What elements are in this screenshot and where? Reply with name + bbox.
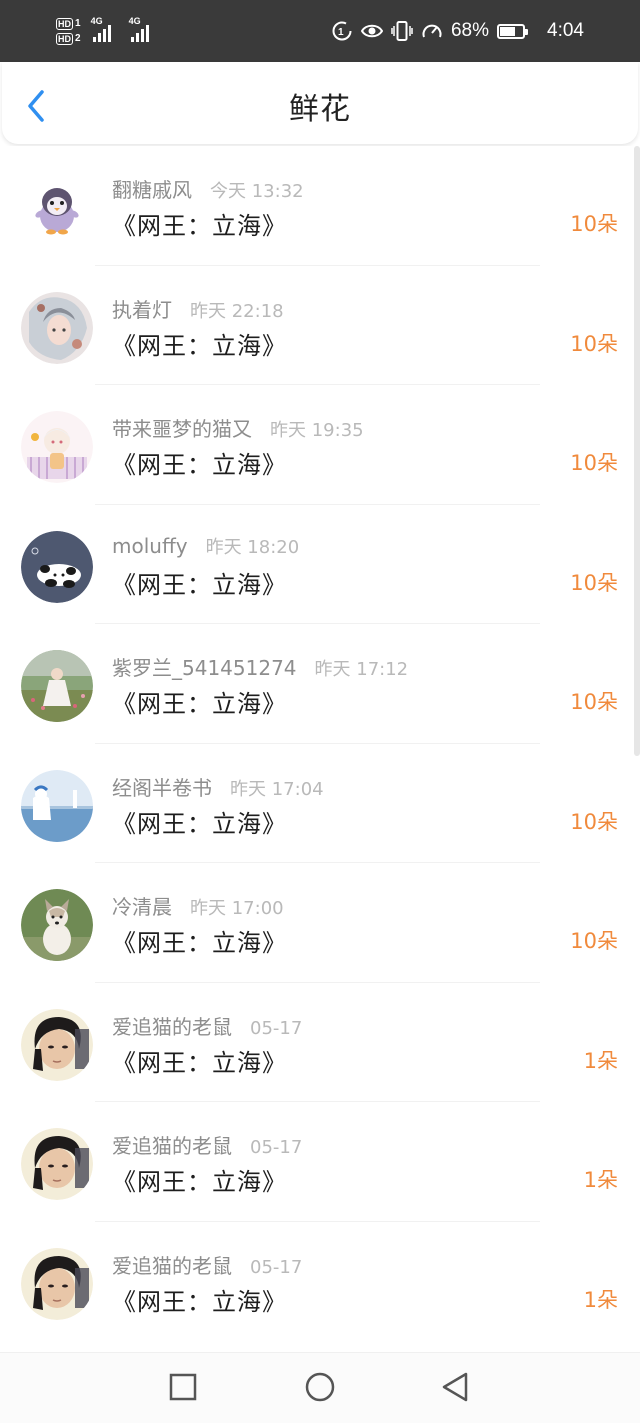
status-bar: HD 1 HD 2 4G 4G 1 68% 4:04 [0,0,640,62]
speed-icon [422,24,442,38]
system-nav-bar [0,1352,640,1423]
book-title[interactable]: 《网王：立海》 [112,565,287,600]
eye-comfort-icon [360,24,383,38]
page-title: 鲜花 [289,92,351,127]
timestamp: 05-17 [250,1017,303,1039]
avatar[interactable] [21,530,93,603]
user-name[interactable]: moluffy [112,534,188,558]
avatar[interactable] [21,769,93,842]
avatar[interactable] [21,1247,93,1320]
network-type-2: 4G [128,16,141,26]
book-title[interactable]: 《网王：立海》 [112,326,287,361]
user-name[interactable]: 带来噩梦的猫又 [112,413,252,442]
user-name[interactable]: 爱追猫的老鼠 [112,1130,232,1159]
home-icon[interactable] [302,1369,338,1405]
timestamp: 今天 13:32 [210,181,304,202]
battery-percent: 68% [450,20,490,41]
flower-count: 1朵 [583,1048,618,1073]
hd1-sub: 1 [75,17,81,29]
item-meta: 翻糖戚风 今天 13:32 [112,174,304,202]
list-item[interactable]: 爱追猫的老鼠 05-17 《网王：立海》 1朵 [0,1102,640,1222]
item-meta: 爱追猫的老鼠 05-17 [112,1250,302,1278]
status-left: HD 1 HD 2 4G 4G [56,12,149,50]
timestamp: 昨天 17:00 [190,898,284,919]
signal-icon: 4G [129,16,149,42]
avatar[interactable] [21,889,93,961]
book-title[interactable]: 《网王：立海》 [112,206,287,241]
item-meta: moluffy 昨天 18:20 [112,533,300,558]
user-name[interactable]: 爱追猫的老鼠 [112,1011,232,1040]
list-item[interactable]: 爱追猫的老鼠 05-17 《网王：立海》 1朵 [0,1222,640,1342]
flower-count: 10朵 [570,212,618,236]
status-right: 1 68% 4:04 [331,14,584,48]
avatar[interactable] [21,1128,93,1200]
list-item[interactable]: 紫罗兰_541451274 昨天 17:12 《网王：立海》 10朵 [0,624,640,744]
scrollbar[interactable] [634,146,640,756]
item-meta: 带来噩梦的猫又 昨天 19:35 [112,413,364,441]
timestamp: 05-17 [250,1256,303,1278]
flower-count: 10朵 [570,690,618,714]
book-title[interactable]: 《网王：立海》 [112,445,287,480]
user-name[interactable]: 爱追猫的老鼠 [112,1250,232,1279]
user-name[interactable]: 冷清晨 [112,891,172,920]
item-meta: 爱追猫的老鼠 05-17 [112,1130,302,1158]
data-saver-icon: 1 [332,21,352,41]
clock: 4:04 [547,20,584,41]
user-name[interactable]: 执着灯 [112,294,172,323]
flower-count: 1朵 [583,1287,618,1312]
book-title[interactable]: 《网王：立海》 [112,1043,287,1078]
avatar[interactable] [21,291,93,364]
user-name[interactable]: 紫罗兰_541451274 [112,652,297,681]
timestamp: 昨天 17:12 [314,659,409,680]
hd1-label: HD [56,17,73,30]
list-item[interactable]: moluffy 昨天 18:20 《网王：立海》 10朵 [0,505,640,624]
svg-text:1: 1 [338,27,344,38]
avatar[interactable] [21,411,93,483]
item-meta: 经阁半卷书 昨天 17:04 [112,772,324,800]
flower-count: 10朵 [570,929,618,953]
recent-apps-icon[interactable] [165,1369,201,1405]
flower-count: 10朵 [570,570,618,595]
book-title[interactable]: 《网王：立海》 [112,1162,287,1197]
book-title[interactable]: 《网王：立海》 [112,923,287,958]
battery-fill [500,26,515,36]
item-meta: 爱追猫的老鼠 05-17 [112,1011,302,1039]
item-meta: 执着灯 昨天 22:18 [112,294,284,322]
list-item[interactable]: 经阁半卷书 昨天 17:04 《网王：立海》 10朵 [0,744,640,863]
vibrate-icon [391,21,413,41]
network-type-1: 4G [90,16,103,26]
hd-icon: HD 1 HD 2 [56,17,81,45]
list-item[interactable]: 带来噩梦的猫又 昨天 19:35 《网王：立海》 10朵 [0,385,640,505]
timestamp: 昨天 19:35 [270,420,364,441]
flower-count: 10朵 [570,331,618,356]
app-header: 鲜花 [2,62,638,144]
user-name[interactable]: 翻糖戚风 [112,174,192,203]
avatar[interactable] [21,650,93,722]
flower-count: 10朵 [570,451,618,475]
hd2-label: HD [56,32,73,45]
timestamp: 昨天 17:04 [230,778,324,800]
book-title[interactable]: 《网王：立海》 [112,1282,287,1317]
flower-count: 10朵 [570,809,618,834]
timestamp: 昨天 18:20 [205,536,300,558]
item-meta: 冷清晨 昨天 17:00 [112,891,284,919]
list-item[interactable]: 翻糖戚风 今天 13:32 《网王：立海》 10朵 [0,146,640,266]
hd2-sub: 2 [75,32,81,44]
back-icon[interactable] [438,1369,474,1405]
book-title[interactable]: 《网王：立海》 [112,684,287,719]
flower-count: 1朵 [583,1168,618,1192]
item-meta: 紫罗兰_541451274 昨天 17:12 [112,652,408,680]
signal-icon: 4G [91,16,111,42]
timestamp: 昨天 22:18 [190,300,284,322]
list-item[interactable]: 执着灯 昨天 22:18 《网王：立海》 10朵 [0,266,640,385]
avatar[interactable] [21,1008,93,1081]
list-item[interactable]: 爱追猫的老鼠 05-17 《网王：立海》 1朵 [0,983,640,1102]
flower-list: 翻糖戚风 今天 13:32 《网王：立海》 10朵 执着灯 昨天 22:18 《… [0,146,640,1352]
avatar[interactable] [21,172,93,244]
list-item[interactable]: 冷清晨 昨天 17:00 《网王：立海》 10朵 [0,863,640,983]
book-title[interactable]: 《网王：立海》 [112,804,287,839]
battery-icon [497,23,529,39]
user-name[interactable]: 经阁半卷书 [112,772,212,801]
timestamp: 05-17 [250,1137,303,1158]
